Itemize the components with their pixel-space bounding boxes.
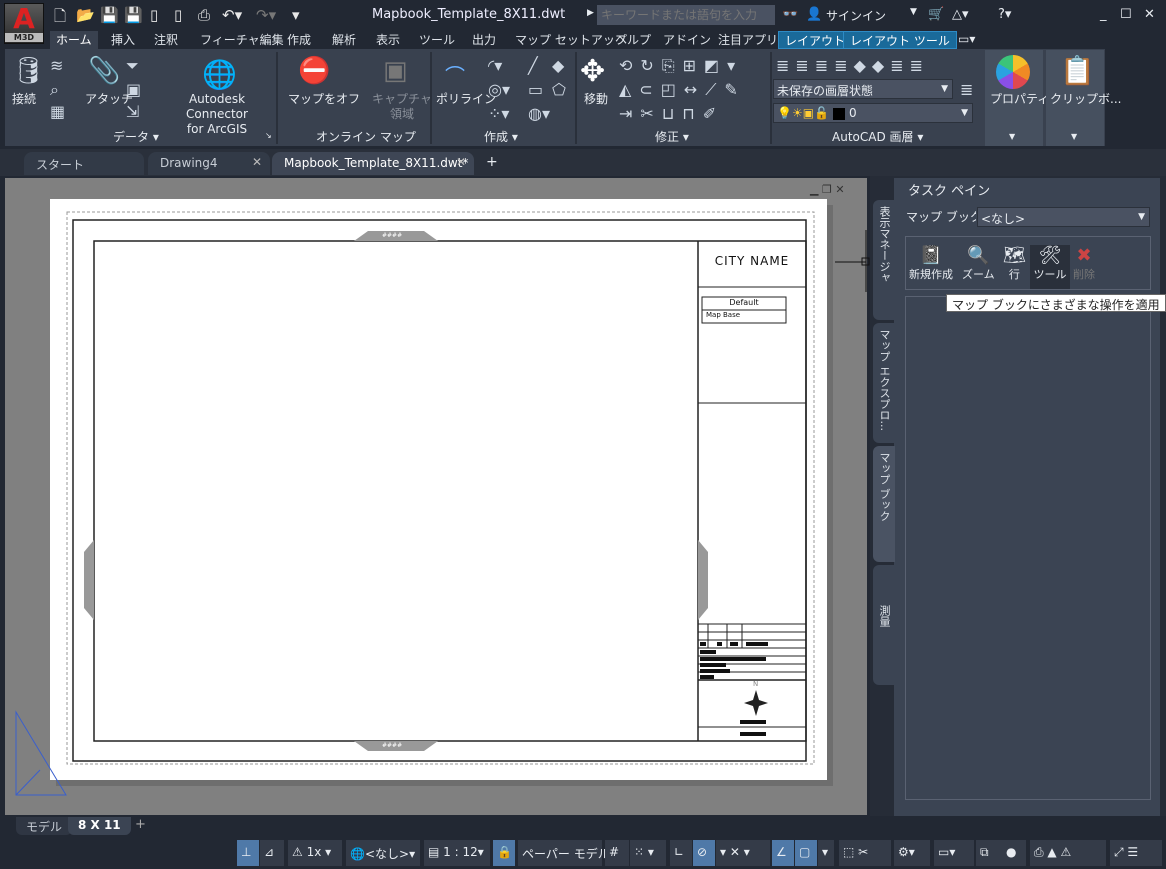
mapbook-label: マップ ブック: [906, 210, 976, 224]
vtab-display-manager[interactable]: 表示マネージャ: [873, 200, 895, 320]
row-button[interactable]: 🗺 行: [1003, 245, 1026, 282]
ucs-icon[interactable]: ⊥: [237, 840, 259, 866]
help-icon[interactable]: ?▾: [998, 7, 1011, 22]
a360-icon[interactable]: △▾: [952, 7, 969, 22]
coordinate-system-button[interactable]: 🌐<なし>▾: [346, 840, 420, 866]
lock-icon[interactable]: 🔒: [493, 840, 515, 866]
snap-icon[interactable]: ⁙ ▾: [630, 840, 666, 866]
tools-icon: 🛠: [1038, 245, 1062, 266]
viewport-scale-button[interactable]: ▤ 1 : 12▾: [424, 840, 490, 866]
clipboard-icon: 📋: [1060, 54, 1095, 87]
isodraft-icon[interactable]: ▾ ✕ ▾: [716, 840, 770, 866]
layout-drawing: [15, 211, 870, 796]
mapbook-dropdown[interactable]: <なし> ▼: [977, 207, 1150, 227]
city-name-label: CITY NAME: [714, 254, 790, 268]
delete-button: ✖ 削除: [1073, 245, 1095, 281]
cart-icon[interactable]: 🛒: [928, 7, 944, 22]
adjacent-page-bottom: ####: [382, 742, 403, 749]
notification-icons[interactable]: ⎙ ▲ ⚠: [1030, 840, 1106, 866]
polar-icon[interactable]: ⊘: [693, 840, 715, 866]
selection-tools-icon[interactable]: ⬚ ✂: [839, 840, 891, 866]
tooltip: マップ ブックにさまざまな操作を適用: [946, 294, 1166, 312]
isolate-icon[interactable]: ●: [1002, 840, 1026, 866]
legend-row: Map Base: [706, 311, 741, 319]
north-label: N: [753, 680, 759, 688]
vtab-map-explorer[interactable]: マップ エクスプロ...: [873, 323, 895, 443]
mapbook-tree[interactable]: [905, 296, 1151, 800]
close-button[interactable]: ✕: [1144, 7, 1155, 22]
annotation-scale-button[interactable]: ⚠ 1x ▾: [288, 840, 342, 866]
clipboard-button[interactable]: クリップボ...: [1050, 92, 1121, 107]
minimize-button[interactable]: _: [1100, 7, 1107, 22]
adjacent-page-top: ####: [382, 232, 403, 239]
add-layout-icon[interactable]: +: [135, 817, 146, 832]
layout-tab-model[interactable]: モデル: [16, 817, 73, 835]
new-book-icon: 📓: [919, 245, 943, 266]
fullscreen-menu-icon[interactable]: ⤢ ☰: [1110, 840, 1162, 866]
tools-button[interactable]: 🛠 ツール: [1030, 245, 1070, 289]
signin-dropdown-icon[interactable]: ▼: [910, 7, 917, 17]
new-mapbook-button[interactable]: 📓 新規作成: [909, 245, 953, 282]
vtab-map-book[interactable]: マップ ブック: [873, 446, 895, 562]
layer-state-manager-icon[interactable]: ≣: [960, 80, 973, 99]
ribbon-toggle-icon[interactable]: ▭▾: [958, 32, 975, 46]
chevron-down-icon[interactable]: ▼: [1009, 132, 1015, 141]
object-snap-icon[interactable]: ▢: [795, 840, 817, 866]
delete-icon: ✖: [1076, 245, 1092, 266]
magnifier-icon: 🔍: [967, 245, 990, 266]
gear-icon[interactable]: ⚙▾: [894, 840, 930, 866]
zoom-button[interactable]: 🔍 ズーム: [962, 245, 995, 282]
maximize-button[interactable]: ☐: [1120, 7, 1132, 22]
annotation-monitor-icon[interactable]: ⧉: [976, 840, 1002, 866]
properties-button[interactable]: プロパティ: [990, 92, 1049, 107]
dynamic-ucs-icon[interactable]: ⊿: [260, 840, 284, 866]
object-snap-tracking-icon[interactable]: ∠: [772, 840, 794, 866]
map-row-icon: 🗺: [1003, 245, 1026, 266]
paper-model-toggle[interactable]: ペーパー モデル: [518, 840, 610, 866]
chevron-down-icon[interactable]: ▼: [1071, 132, 1077, 141]
grid-icon[interactable]: #: [605, 840, 629, 866]
vtab-survey[interactable]: 測量: [873, 565, 895, 685]
osnap-dropdown-icon[interactable]: ▾: [818, 840, 834, 866]
layout-tab-8x11[interactable]: 8 X 11: [68, 817, 131, 835]
north-arrow-icon: [744, 690, 768, 716]
color-wheel-icon: [996, 55, 1030, 89]
workspace-icon[interactable]: ▭▾: [934, 840, 974, 866]
task-pane-title[interactable]: タスク ペイン: [894, 178, 1160, 199]
legend-header: Default: [729, 298, 759, 307]
ortho-icon[interactable]: ∟: [670, 840, 692, 866]
